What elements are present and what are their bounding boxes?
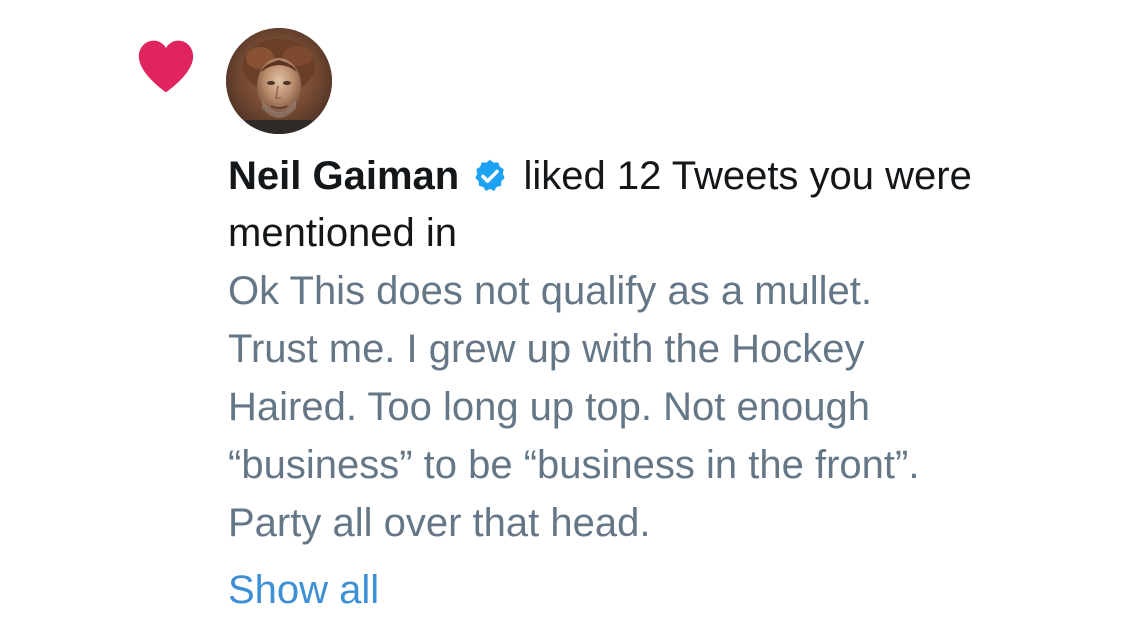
show-all-link[interactable]: Show all [228,566,379,614]
notification-headline: Neil Gaiman liked 12 Tweets you were men… [228,148,1088,262]
like-notification[interactable]: Neil Gaiman liked 12 Tweets you were men… [0,0,1125,633]
tweet-text: Ok This does not qualify as a mullet. Tr… [228,269,920,545]
avatar-photo [226,28,332,134]
avatar[interactable] [226,28,332,134]
user-name[interactable]: Neil Gaiman [228,154,459,198]
verified-badge-icon [475,159,506,191]
notification-content: Neil Gaiman liked 12 Tweets you were men… [228,148,1088,614]
heart-icon [138,40,194,93]
